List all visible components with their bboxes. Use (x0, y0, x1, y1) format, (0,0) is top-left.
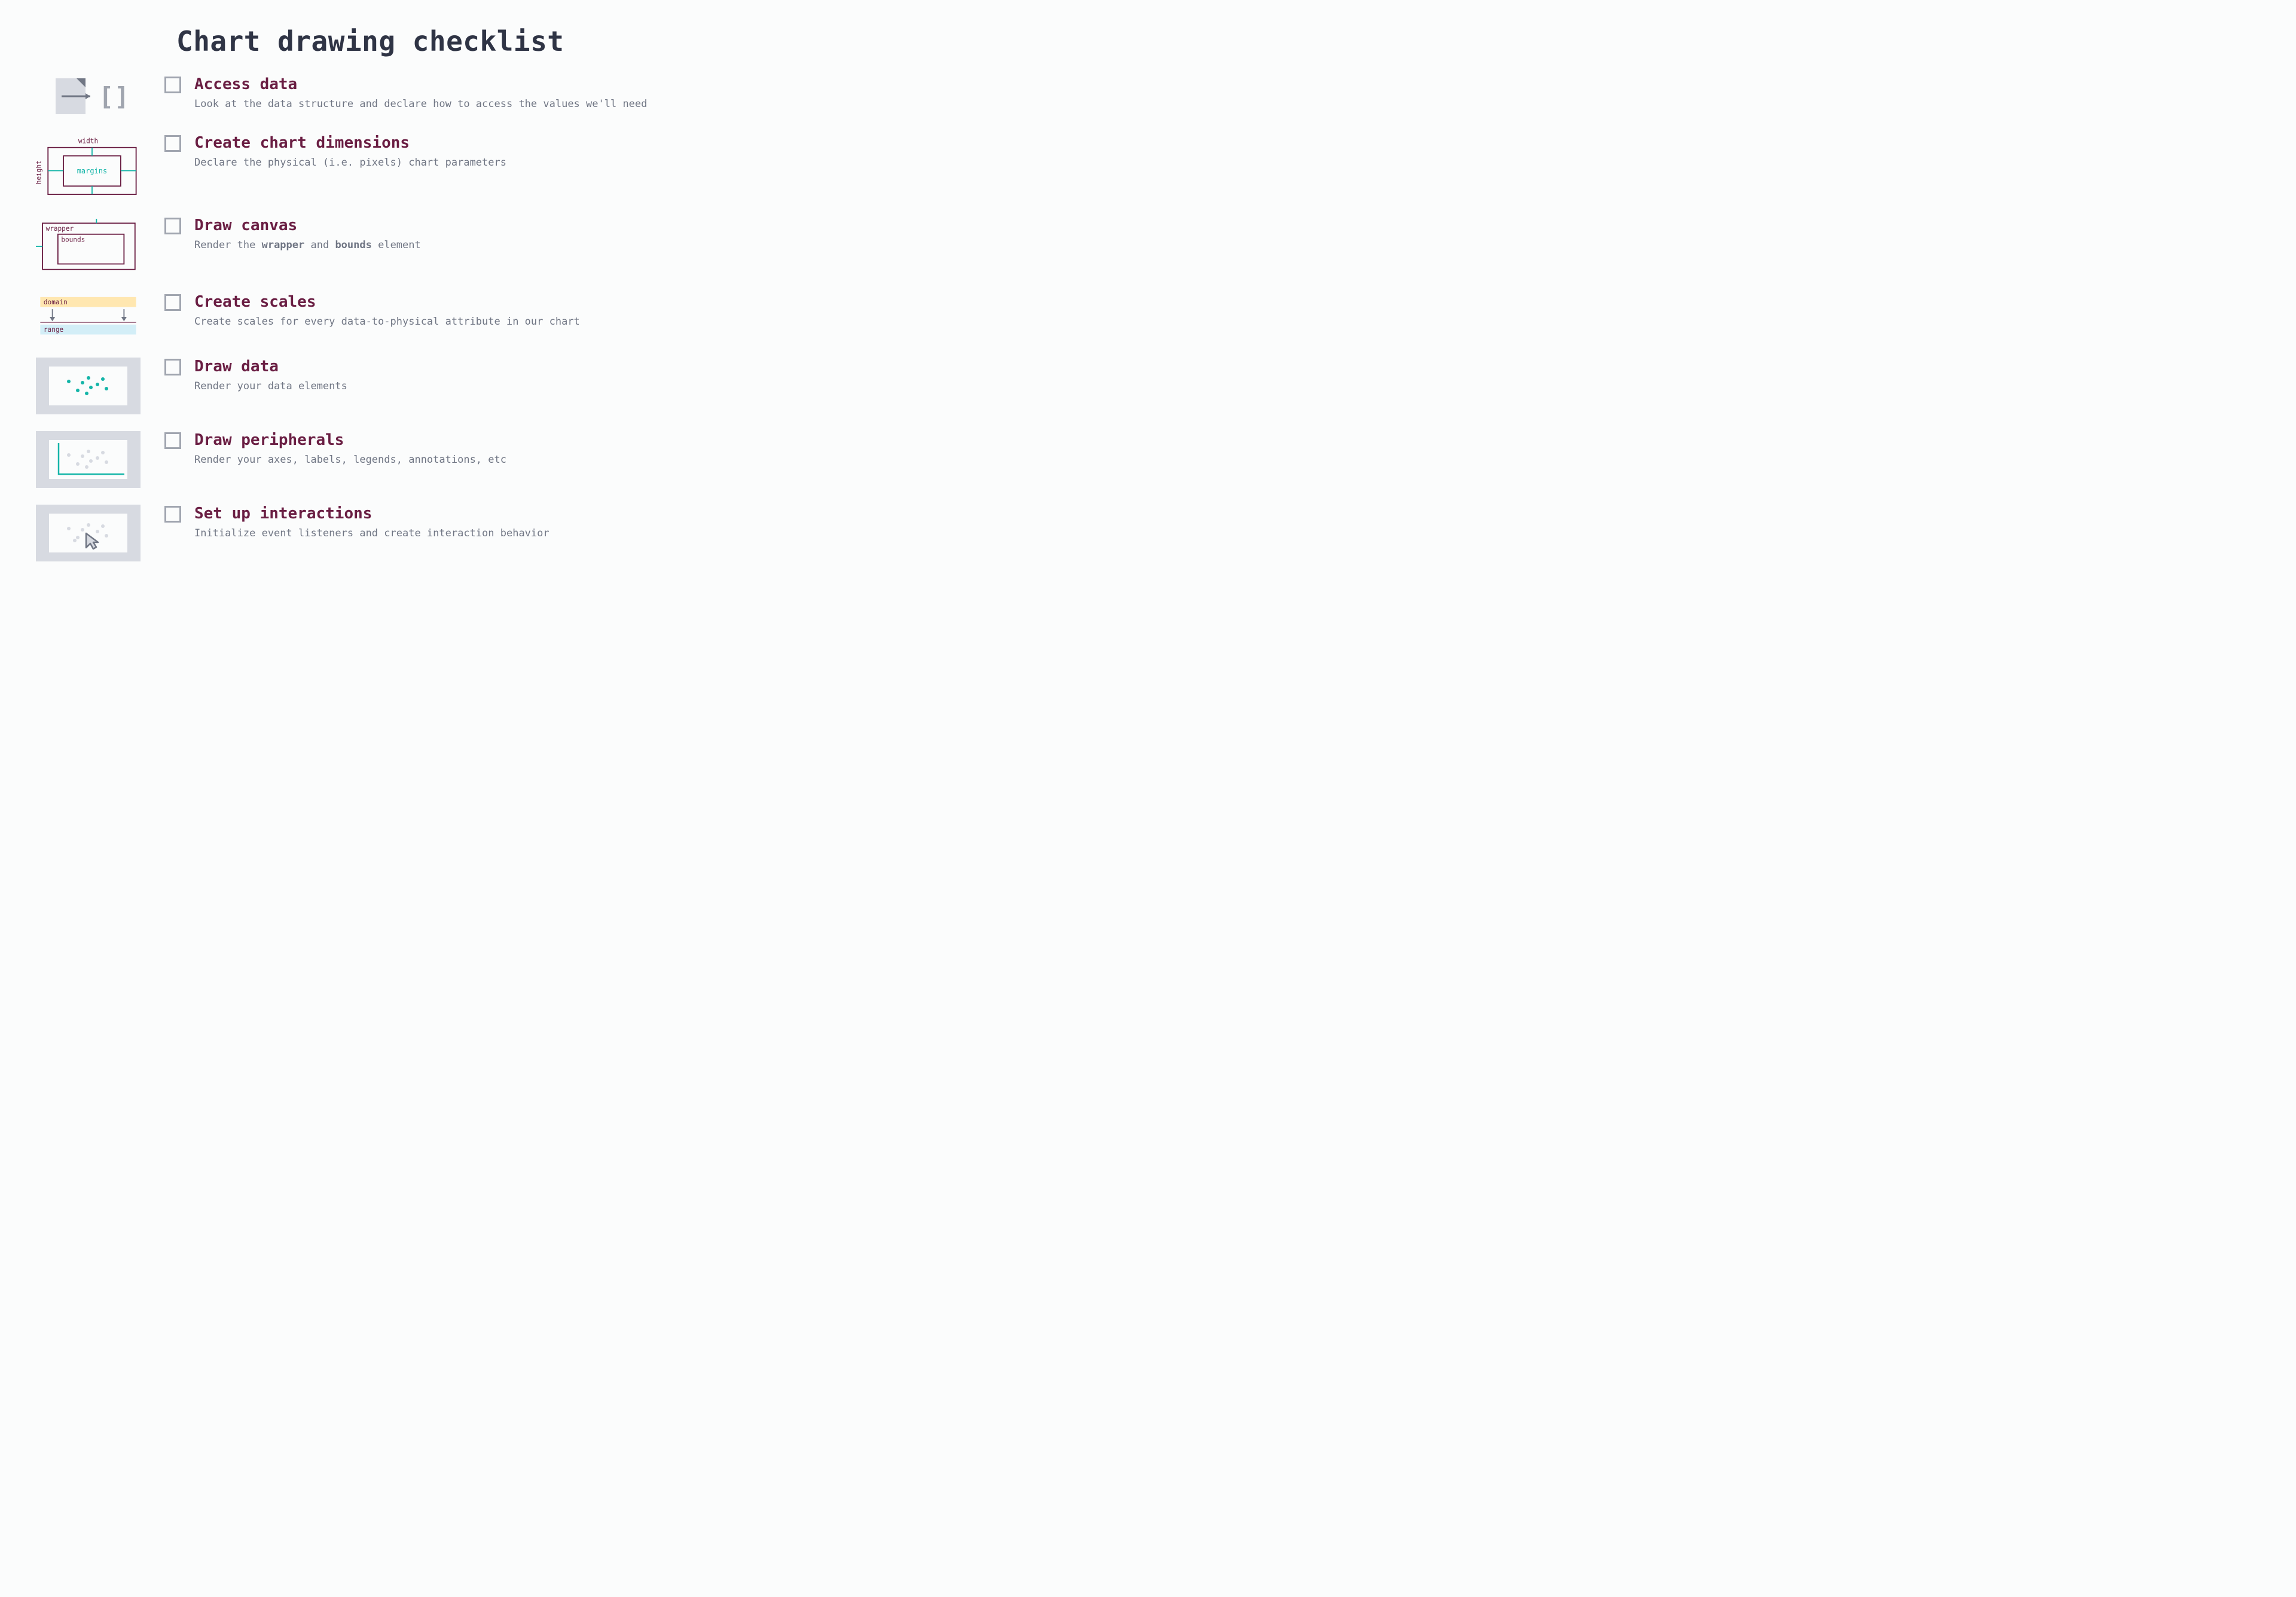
page-title: Chart drawing checklist (176, 25, 801, 57)
step-scales: domain range Create scales Create scales… (36, 293, 801, 341)
checkbox[interactable] (164, 359, 181, 375)
label-width: width (78, 137, 98, 145)
step-title: Set up interactions (194, 505, 801, 523)
checkbox[interactable] (164, 218, 181, 234)
thumb-dimensions: width height margins (36, 134, 141, 200)
step-access-data: [ ] Access data Look at the data structu… (36, 75, 801, 117)
step-peripherals: Draw peripherals Render your axes, label… (36, 431, 801, 488)
thumb-canvas: wrapper bounds (36, 216, 141, 276)
thumb-access-data: [ ] (36, 75, 141, 117)
step-title: Create scales (194, 293, 801, 311)
label-domain: domain (44, 298, 68, 306)
step-title: Access data (194, 75, 801, 93)
step-desc: Initialize event listeners and create in… (194, 526, 801, 541)
label-range: range (44, 326, 63, 334)
step-title: Draw canvas (194, 216, 801, 234)
step-desc: Render the wrapper and bounds element (194, 238, 801, 253)
step-canvas: wrapper bounds Draw canvas Render the wr… (36, 216, 801, 276)
checkbox[interactable] (164, 135, 181, 152)
step-desc: Create scales for every data-to-physical… (194, 314, 801, 329)
label-margins: margins (77, 167, 107, 175)
thumb-interactions (36, 505, 141, 561)
thumb-scales: domain range (36, 293, 141, 341)
step-desc: Render your axes, labels, legends, annot… (194, 453, 801, 468)
step-interactions: Set up interactions Initialize event lis… (36, 505, 801, 561)
checkbox[interactable] (164, 432, 181, 449)
step-desc: Look at the data structure and declare h… (194, 97, 801, 112)
step-draw-data: Draw data Render your data elements (36, 358, 801, 414)
thumb-draw-data (36, 358, 141, 414)
step-desc: Render your data elements (194, 379, 801, 394)
step-title: Draw peripherals (194, 431, 801, 449)
svg-text:[: [ (99, 82, 114, 111)
step-title: Draw data (194, 358, 801, 375)
thumb-peripherals (36, 431, 141, 488)
label-wrapper: wrapper (46, 225, 74, 233)
step-dimensions: width height margins Create chart dimens… (36, 134, 801, 200)
svg-text:]: ] (114, 82, 129, 111)
label-bounds: bounds (61, 236, 85, 244)
checkbox[interactable] (164, 77, 181, 93)
checkbox[interactable] (164, 506, 181, 523)
step-title: Create chart dimensions (194, 134, 801, 152)
checkbox[interactable] (164, 294, 181, 311)
label-height: height (36, 160, 42, 184)
step-desc: Declare the physical (i.e. pixels) chart… (194, 155, 801, 170)
page: Chart drawing checklist [ ] Access data … (0, 0, 837, 614)
